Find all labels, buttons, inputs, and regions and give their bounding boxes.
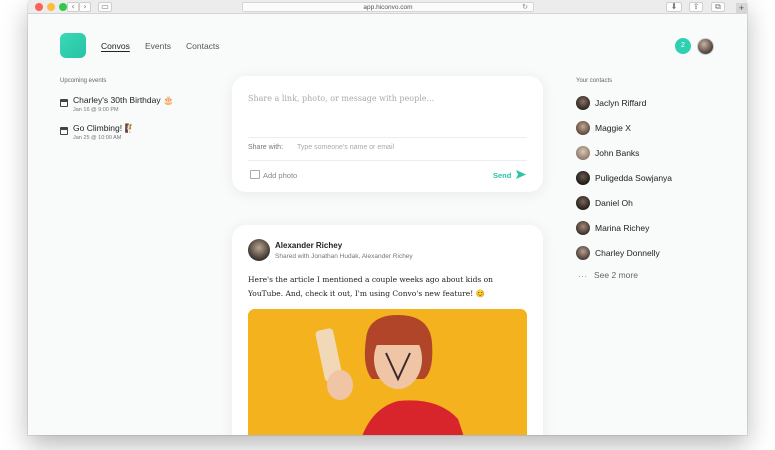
share-icon[interactable]: ⇪ [689, 2, 703, 12]
contact-item[interactable]: Jaclyn Riffard [576, 96, 726, 112]
download-icon[interactable]: ⬇ [666, 2, 682, 12]
contact-avatar [576, 171, 590, 185]
post-photo-illustration [248, 309, 527, 435]
back-icon[interactable]: ‹ [67, 2, 79, 12]
see-more-contacts-link[interactable]: See 2 more [594, 270, 638, 280]
user-avatar[interactable] [697, 38, 714, 55]
reload-icon[interactable]: ↻ [522, 3, 528, 12]
close-window-button[interactable] [35, 3, 43, 11]
contact-name: Maggie X [595, 123, 631, 133]
contact-item[interactable]: John Banks [576, 146, 726, 162]
contacts-heading: Your contacts [576, 78, 613, 84]
contact-avatar [576, 246, 590, 260]
share-with-input[interactable]: Type someone's name or email [297, 144, 394, 151]
event-time: Jan 16 @ 9:00 PM [73, 107, 119, 113]
contact-name: Puligedda Sowjanya [595, 173, 673, 183]
add-photo-button[interactable]: Add photo [263, 171, 297, 180]
app-logo[interactable] [60, 33, 86, 58]
calendar-icon [60, 99, 68, 107]
minimize-window-button[interactable] [47, 3, 55, 11]
post-author[interactable]: Alexander Richey [275, 241, 342, 250]
tabs-icon[interactable]: ⧉ [711, 2, 725, 12]
event-title: Go Climbing! 🧗 [73, 123, 136, 133]
contact-name: John Banks [595, 148, 640, 158]
post-text: Here's the article I mentioned a couple … [248, 275, 493, 298]
contact-name: Marina Richey [595, 223, 650, 233]
events-heading: Upcoming events [60, 78, 107, 84]
post-card: Alexander Richey Shared with Jonathan Hu… [232, 225, 543, 435]
zoom-window-button[interactable] [59, 3, 67, 11]
contact-avatar [576, 221, 590, 235]
contact-item[interactable]: Daniel Oh [576, 196, 726, 212]
send-button[interactable]: Send [493, 171, 511, 180]
post-image[interactable] [248, 309, 527, 435]
compose-input[interactable]: Share a link, photo, or message with peo… [248, 94, 434, 103]
notification-badge[interactable]: 2 [675, 38, 691, 54]
nav-events[interactable]: Events [145, 41, 171, 51]
contact-name: Charley Donnelly [595, 248, 660, 258]
contact-avatar [576, 121, 590, 135]
browser-toolbar: ‹ › ▭ app.hiconvo.com ↻ ⬇ ⇪ ⧉ + [28, 0, 747, 14]
contact-avatar [576, 196, 590, 210]
contact-name: Jaclyn Riffard [595, 98, 647, 108]
contact-name: Daniel Oh [595, 198, 633, 208]
add-photo-icon[interactable] [250, 170, 260, 179]
browser-window: ‹ › ▭ app.hiconvo.com ↻ ⬇ ⇪ ⧉ + Convos E… [28, 0, 747, 435]
sidebar-icon[interactable]: ▭ [98, 2, 112, 12]
address-bar[interactable]: app.hiconvo.com ↻ [242, 2, 534, 12]
calendar-icon [60, 127, 68, 135]
contact-item[interactable]: Charley Donnelly [576, 246, 726, 262]
contact-item[interactable]: Marina Richey [576, 221, 726, 237]
compose-card: Share a link, photo, or message with peo… [232, 76, 543, 192]
event-title: Charley's 30th Birthday 🎂 [73, 95, 174, 105]
new-tab-icon[interactable]: + [736, 3, 747, 14]
post-shared-with: Shared with Jonathan Hudak, Alexander Ri… [275, 253, 413, 260]
divider [248, 137, 527, 138]
share-with-label: Share with: [248, 144, 284, 151]
contact-item[interactable]: Maggie X [576, 121, 726, 137]
nav-contacts[interactable]: Contacts [186, 41, 220, 51]
forward-icon[interactable]: › [79, 2, 91, 12]
divider [248, 160, 527, 161]
contact-item[interactable]: Puligedda Sowjanya [576, 171, 726, 187]
nav-convos[interactable]: Convos [101, 41, 130, 51]
contact-avatar [576, 96, 590, 110]
send-icon[interactable] [516, 170, 526, 179]
more-icon: ··· [578, 272, 588, 281]
event-time: Jan 25 @ 10:00 AM [73, 135, 122, 141]
url-text: app.hiconvo.com [363, 4, 413, 11]
author-avatar[interactable] [248, 239, 270, 261]
contact-avatar [576, 146, 590, 160]
